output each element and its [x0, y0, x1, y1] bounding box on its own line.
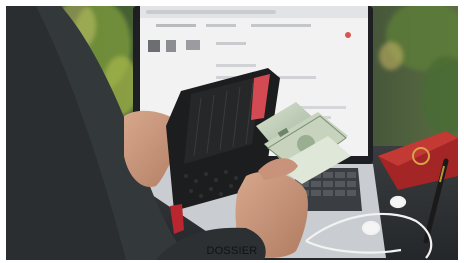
caption: DOSSIER	[206, 245, 258, 257]
photo-wallet-cash-laptop	[6, 6, 458, 260]
